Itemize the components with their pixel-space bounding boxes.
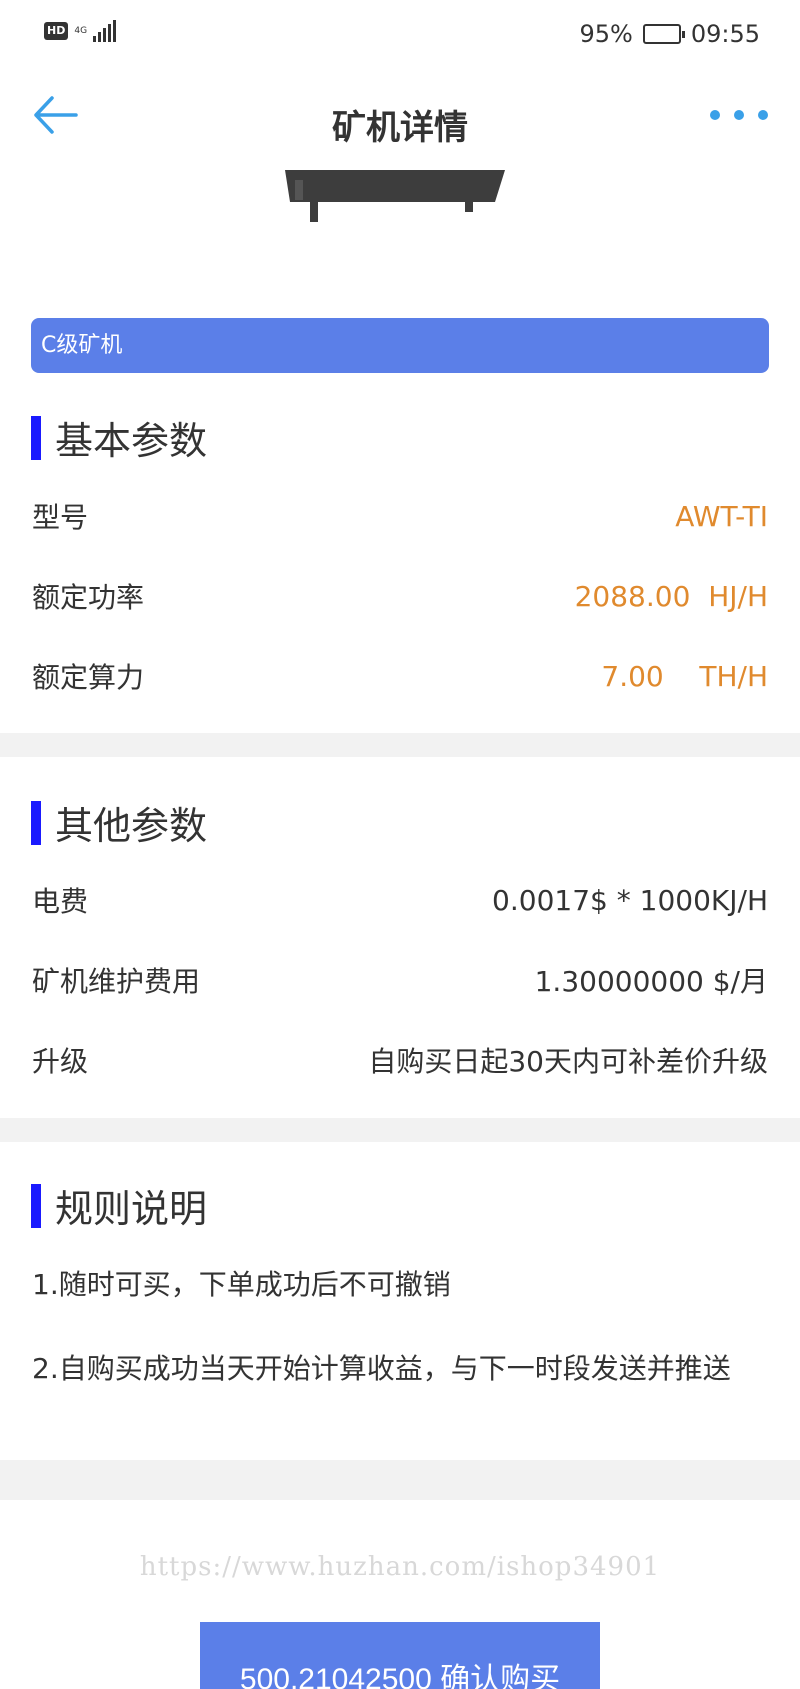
level-banner: C级矿机	[31, 318, 769, 373]
param-label: 额定算力	[32, 661, 145, 694]
param-value: 2088.00 HJ/H	[574, 579, 768, 613]
param-row-power: 额定功率 2088.00 HJ/H	[32, 576, 768, 616]
hd-badge: HD	[44, 22, 69, 40]
param-label: 矿机维护费用	[32, 965, 201, 998]
param-row-maintenance: 矿机维护费用 1.30000000 $/月	[32, 960, 768, 1000]
param-row-hashrate: 额定算力 7.00 TH/H	[32, 656, 768, 696]
param-value: 自购买日起30天内可补差价升级	[368, 1045, 768, 1078]
param-row-upgrade: 升级 自购买日起30天内可补差价升级	[32, 1040, 768, 1080]
param-value: 7.00 TH/H	[601, 659, 768, 693]
section-divider	[0, 1460, 800, 1500]
param-value: AWT-TI	[675, 499, 768, 533]
section-title: 规则说明	[55, 1187, 208, 1231]
clock: 09:55	[690, 20, 760, 48]
param-value: 1.30000000 $/月	[534, 965, 768, 998]
battery-percent: 95%	[579, 20, 633, 48]
param-label: 电费	[32, 885, 89, 918]
section-title: 其他参数	[55, 804, 208, 848]
network-label: 4G	[74, 26, 88, 36]
watermark-text: https://www.huzhan.com/ishop34901	[139, 1552, 661, 1582]
section-divider	[0, 1118, 800, 1142]
param-row-electricity: 电费 0.0017$ * 1000KJ/H	[32, 880, 768, 920]
other-params-header: 其他参数	[31, 795, 207, 850]
page-title: 矿机详情	[332, 108, 468, 148]
param-value: 0.0017$ * 1000KJ/H	[492, 883, 768, 917]
section-divider	[0, 733, 800, 757]
miner-image	[285, 170, 505, 222]
param-label: 额定功率	[32, 581, 145, 614]
section-accent-bar	[31, 800, 41, 845]
rule-item: 1.随时可买，下单成功后不可撤销	[32, 1268, 451, 1301]
status-bar: HD 4G 95% 09:55	[0, 0, 800, 70]
network-type: 4G	[74, 26, 87, 36]
basic-params-header: 基本参数	[31, 410, 207, 465]
status-left: HD 4G	[44, 20, 117, 42]
param-label: 升级	[32, 1045, 89, 1078]
confirm-purchase-button[interactable]: 500.21042500 确认购买	[200, 1622, 600, 1689]
signal-icon	[93, 20, 117, 42]
status-right: 95% 09:55	[579, 20, 760, 48]
rule-item: 2.自购买成功当天开始计算收益，与下一时段发送并推送	[32, 1352, 731, 1385]
section-accent-bar	[31, 415, 41, 460]
rules-header: 规则说明	[31, 1178, 207, 1233]
param-row-model: 型号 AWT-TI	[32, 496, 768, 536]
nav-bar: 矿机详情	[0, 70, 800, 170]
section-accent-bar	[31, 1183, 41, 1228]
battery-icon	[642, 24, 685, 44]
section-title: 基本参数	[55, 419, 208, 463]
param-label: 型号	[32, 501, 89, 534]
more-dots-icon[interactable]	[710, 100, 768, 130]
